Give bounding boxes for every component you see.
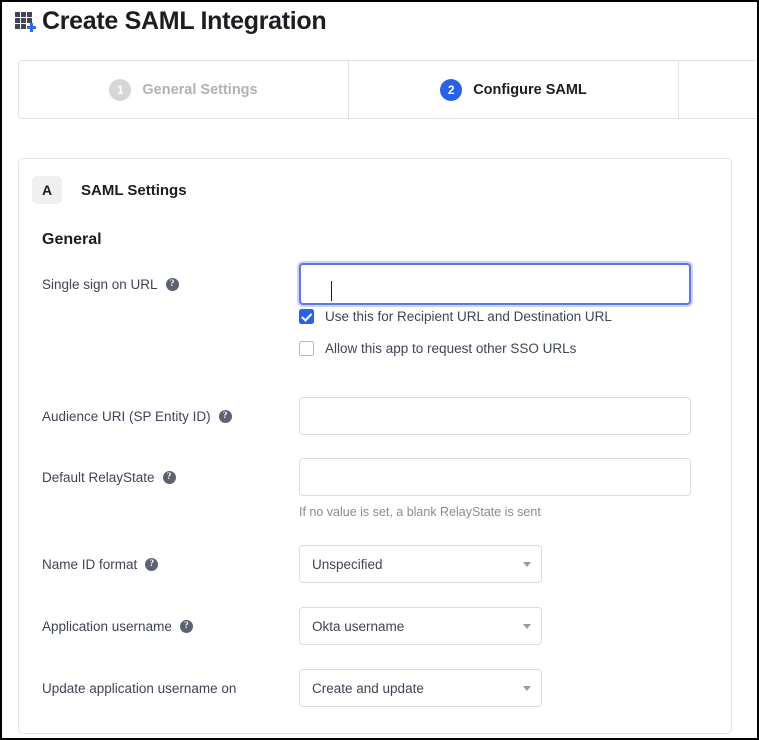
text-caret [331, 281, 332, 301]
audience-uri-label-text: Audience URI (SP Entity ID) [42, 409, 211, 424]
field-name-id-format: Unspecified [299, 545, 731, 583]
row-allow-other-sso: Allow this app to request other SSO URLs [19, 341, 731, 397]
checkbox-use-for-recipient[interactable]: Use this for Recipient URL and Destinati… [299, 309, 731, 324]
section-header: A SAML Settings [19, 159, 731, 204]
stepper: 1 General Settings 2 Configure SAML [18, 60, 759, 119]
field-application-username: Okta username [299, 607, 731, 645]
label-default-relay-state: Default RelayState ? [19, 458, 299, 496]
field-single-sign-on-url [299, 263, 731, 305]
chevron-down-icon-application-username [523, 624, 531, 629]
name-id-format-selected-value: Unspecified [312, 557, 383, 572]
field-default-relay-state: If no value is set, a blank RelayState i… [299, 458, 731, 519]
row-single-sign-on-url: Single sign on URL ? [19, 263, 731, 309]
chevron-down-icon-name-id-format [523, 562, 531, 567]
page-title: Create SAML Integration [42, 9, 326, 34]
update-application-username-on-select[interactable]: Create and update [299, 669, 542, 707]
single-sign-on-url-label-text: Single sign on URL [42, 277, 158, 292]
row-audience-uri: Audience URI (SP Entity ID) ? [19, 397, 731, 458]
saml-settings-card: A SAML Settings General Single sign on U… [18, 158, 732, 734]
field-audience-uri [299, 397, 731, 435]
help-icon-application-username[interactable]: ? [180, 620, 193, 633]
step-configure-saml[interactable]: 2 Configure SAML [349, 61, 679, 118]
single-sign-on-url-input[interactable] [299, 263, 691, 305]
step-2-badge: 2 [440, 79, 462, 101]
chevron-down-icon-update-application-username-on [523, 686, 531, 691]
label-name-id-format: Name ID format ? [19, 545, 299, 583]
checkbox-allow-other-sso[interactable]: Allow this app to request other SSO URLs [299, 341, 731, 356]
help-icon-name-id-format[interactable]: ? [145, 558, 158, 571]
application-username-label-text: Application username [42, 619, 172, 634]
saml-settings-form: Single sign on URL ? Use this for Recipi… [19, 263, 731, 731]
field-allow-other-sso: Allow this app to request other SSO URLs [299, 341, 731, 356]
update-application-username-on-selected-value: Create and update [312, 681, 424, 696]
label-update-application-username-on: Update application username on [19, 669, 299, 707]
application-username-select[interactable]: Okta username [299, 607, 542, 645]
help-icon-default-relay-state[interactable]: ? [163, 471, 176, 484]
step-1-label: General Settings [142, 82, 257, 98]
application-username-selected-value: Okta username [312, 619, 404, 634]
label-single-sign-on-url: Single sign on URL ? [19, 263, 299, 305]
section-title: SAML Settings [81, 182, 187, 199]
page-header: Create SAML Integration [14, 8, 326, 34]
step-2-label: Configure SAML [473, 82, 587, 98]
default-relay-state-hint: If no value is set, a blank RelayState i… [299, 496, 731, 519]
row-default-relay-state: Default RelayState ? If no value is set,… [19, 458, 731, 545]
row-update-application-username-on: Update application username on Create an… [19, 669, 731, 731]
checkbox-allow-other-sso-box[interactable] [299, 341, 314, 356]
step-general-settings[interactable]: 1 General Settings [19, 61, 349, 118]
name-id-format-select[interactable]: Unspecified [299, 545, 542, 583]
section-letter-badge: A [32, 176, 62, 204]
row-application-username: Application username ? Okta username [19, 607, 731, 669]
grid-plus-icon [14, 8, 40, 34]
help-icon-audience-uri[interactable]: ? [219, 410, 232, 423]
step-next-partial[interactable] [679, 61, 759, 118]
label-audience-uri: Audience URI (SP Entity ID) ? [19, 397, 299, 435]
name-id-format-label-text: Name ID format [42, 557, 137, 572]
checkbox-use-for-recipient-box[interactable] [299, 309, 314, 324]
checkbox-allow-other-sso-label: Allow this app to request other SSO URLs [325, 341, 576, 356]
app-window: Create SAML Integration 1 General Settin… [0, 0, 759, 740]
field-use-for-recipient: Use this for Recipient URL and Destinati… [299, 309, 731, 324]
step-1-badge: 1 [109, 79, 131, 101]
help-icon-single-sign-on-url[interactable]: ? [166, 278, 179, 291]
default-relay-state-label-text: Default RelayState [42, 470, 155, 485]
default-relay-state-input[interactable] [299, 458, 691, 496]
subsection-title: General [42, 231, 102, 249]
audience-uri-input[interactable] [299, 397, 691, 435]
row-name-id-format: Name ID format ? Unspecified [19, 545, 731, 607]
label-application-username: Application username ? [19, 607, 299, 645]
update-application-username-on-label-text: Update application username on [42, 681, 236, 696]
checkbox-use-for-recipient-label: Use this for Recipient URL and Destinati… [325, 309, 612, 324]
row-use-for-recipient: Use this for Recipient URL and Destinati… [19, 309, 731, 341]
field-update-application-username-on: Create and update [299, 669, 731, 707]
